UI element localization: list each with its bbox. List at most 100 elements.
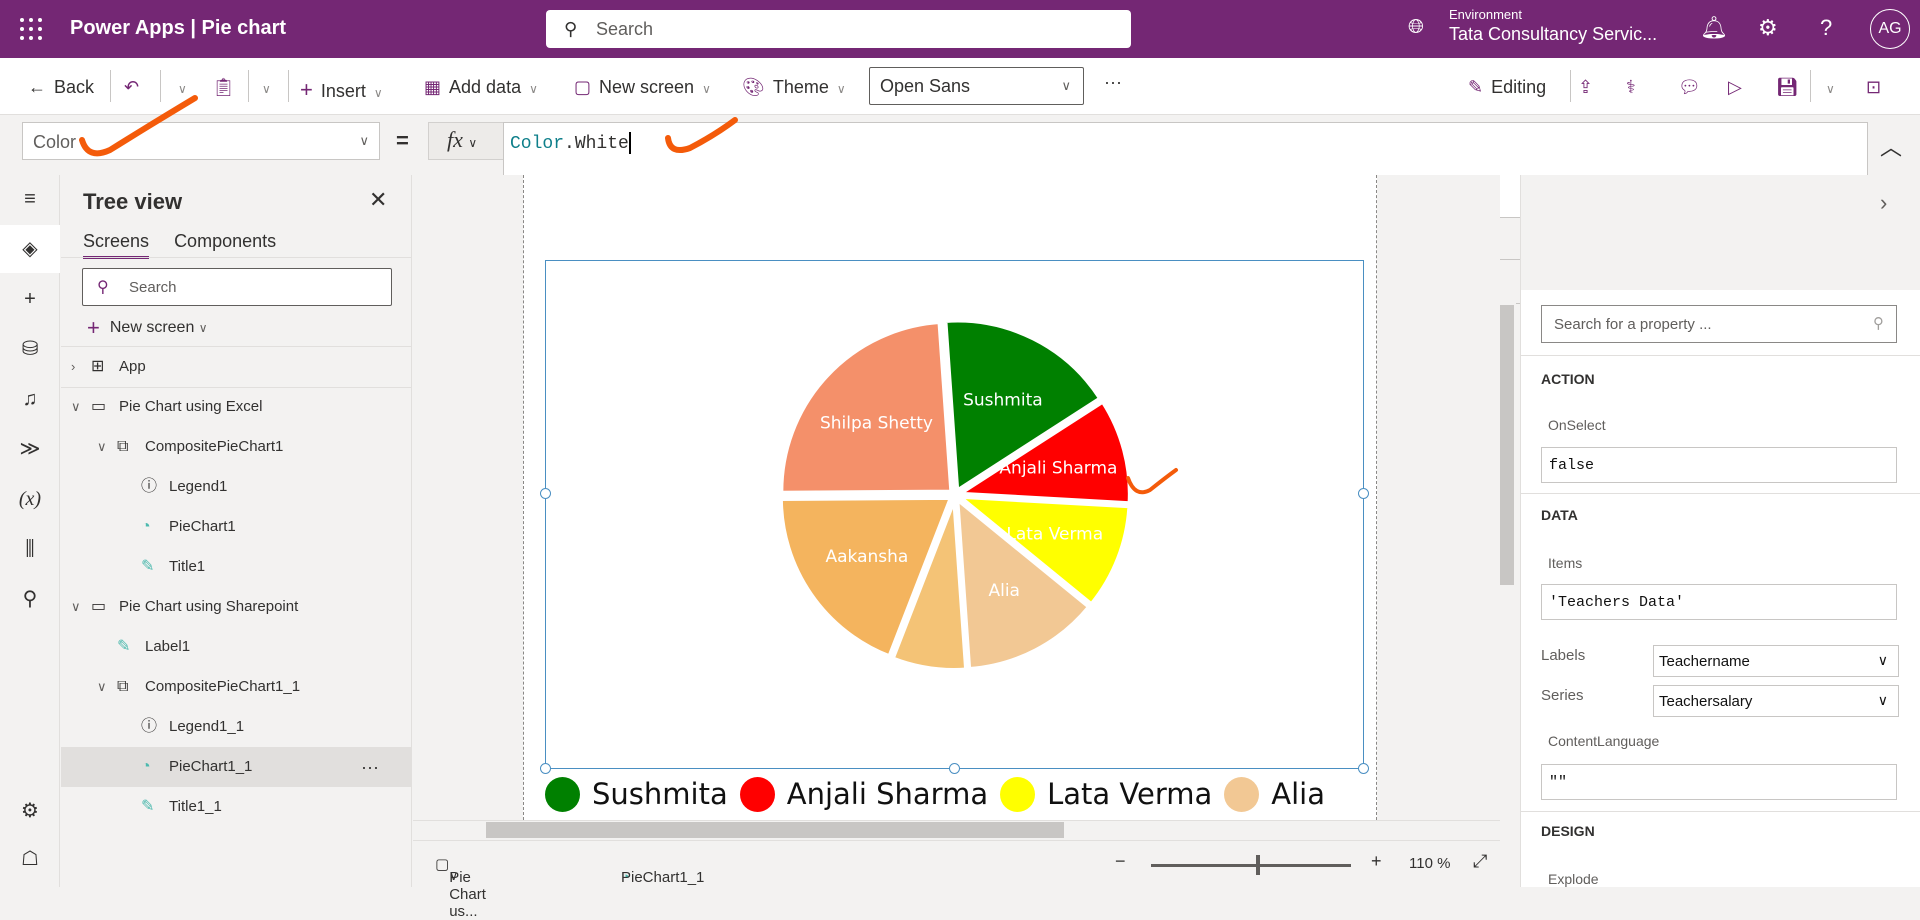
virtual-agent-icon[interactable]: ☖ [0, 835, 60, 883]
undo-icon[interactable]: ↶ [124, 77, 147, 98]
settings-icon[interactable]: ⚙ [0, 787, 60, 835]
share-icon[interactable]: ⇪ [1578, 77, 1601, 98]
property-select[interactable]: Color ∨ [22, 122, 380, 160]
chevron-right-icon[interactable]: › [71, 347, 75, 387]
resize-handle[interactable] [1358, 488, 1369, 499]
tree-node-group[interactable]: ∨ ⧉ CompositePieChart1 [61, 427, 412, 467]
chevron-down-icon[interactable]: ∨ [71, 387, 81, 427]
variables-icon[interactable]: (x) [0, 475, 60, 523]
font-select[interactable]: Open Sans ∨ [869, 67, 1084, 105]
theme-button[interactable]: 🎨︎ Theme ∨ [742, 77, 846, 98]
new-screen-button[interactable]: + New screen ∨ [87, 315, 208, 341]
node-label: App [119, 358, 146, 375]
environment-picker[interactable]: Tata Consultancy Servic... [1449, 24, 1657, 45]
tree-node-label[interactable]: ✎ Title1_1 [61, 787, 412, 827]
tree-node-screen[interactable]: ∨ ▭ Pie Chart using Excel [61, 387, 412, 427]
section-data: DATA [1541, 507, 1578, 523]
legend-label: Alia [1271, 777, 1325, 811]
insert-plus-icon[interactable]: + [0, 275, 60, 323]
chevron-right-icon[interactable]: › [1880, 190, 1887, 216]
divider [1521, 811, 1920, 812]
paste-dropdown-chevron-icon[interactable]: ∨ [254, 77, 271, 98]
media-icon[interactable]: ♫ [0, 375, 60, 423]
advanced-tools-icon[interactable]: ⫼ [0, 525, 60, 573]
tree-node-legend[interactable]: ⓘ Legend1 [61, 467, 412, 507]
chevron-down-icon[interactable]: ∨ [71, 587, 81, 627]
avatar[interactable]: AG [1870, 9, 1910, 49]
app-title: Power Apps | Pie chart [70, 17, 287, 39]
insert-button[interactable]: + Insert ∨ [300, 77, 383, 103]
zoom-slider[interactable] [1151, 864, 1351, 867]
tree-node-piechart-selected[interactable]: ◔ PieChart1_1 ··· [61, 747, 412, 787]
global-search-input[interactable]: ⚲ Search [546, 10, 1131, 48]
zoom-in-button[interactable]: + [1371, 851, 1382, 872]
tree-node-label[interactable]: ✎ Title1 [61, 547, 412, 587]
comments-icon[interactable]: 💬︎ [1678, 77, 1709, 98]
legend-label: Lata Verma [1047, 777, 1213, 811]
series-dropdown[interactable]: Teachersalary ∨ [1653, 685, 1899, 717]
environment-icon[interactable]: 🌐︎ [1408, 16, 1424, 39]
zoom-out-button[interactable]: − [1115, 851, 1126, 872]
save-dropdown-chevron-icon[interactable]: ∨ [1818, 77, 1835, 98]
tree-node-piechart[interactable]: ◔ PieChart1 [61, 507, 412, 547]
editing-button[interactable]: ✎ Editing [1468, 77, 1546, 98]
publish-icon[interactable]: ⊡ [1866, 77, 1889, 98]
section-action: ACTION [1541, 371, 1595, 387]
tree-node-screen[interactable]: ∨ ▭ Pie Chart using Sharepoint [61, 587, 412, 627]
new-screen-button[interactable]: ▢ New screen ∨ [574, 77, 711, 98]
back-label: Back [54, 77, 95, 97]
add-data-button[interactable]: ▦ Add data ∨ [424, 77, 538, 98]
chevron-down-icon[interactable]: ∨ [97, 427, 107, 467]
power-automate-icon[interactable]: ≫ [0, 425, 60, 473]
items-input[interactable]: 'Teachers Data' [1541, 584, 1897, 620]
search-icon[interactable]: ⚲ [0, 575, 60, 623]
chevron-down-icon[interactable]: ∨ [97, 667, 107, 707]
tree-node-group[interactable]: ∨ ⧉ CompositePieChart1_1 [61, 667, 412, 707]
tree-node-app[interactable]: › ⊞ App [61, 347, 412, 387]
screen-breadcrumb[interactable]: ▢ Pie Chart us... ∨ [435, 855, 486, 920]
horizontal-scroll-thumb[interactable] [486, 822, 1064, 838]
app-launcher-icon[interactable] [20, 18, 42, 40]
node-label: Title1 [169, 558, 206, 575]
collapse-formula-icon[interactable]: ︿ [1880, 130, 1902, 162]
screen-icon: ▭ [91, 398, 107, 415]
divider [160, 70, 161, 102]
tree-view-layers-icon[interactable]: ◈ [0, 225, 60, 273]
new-screen-label: New screen [109, 319, 195, 336]
labels-dropdown[interactable]: Teachername ∨ [1653, 645, 1899, 677]
add-data-label: Add data [449, 77, 522, 97]
onselect-input[interactable]: false [1541, 447, 1897, 483]
undo-dropdown-chevron-icon[interactable]: ∨ [170, 77, 187, 98]
vertical-scroll-thumb[interactable] [1500, 305, 1514, 585]
fx-button[interactable]: fx ∨ [428, 122, 504, 160]
app-checker-icon[interactable]: ⚕ [1626, 77, 1644, 98]
editing-label: Editing [1491, 77, 1547, 97]
close-icon[interactable]: ✕ [369, 187, 387, 213]
property-search-input[interactable]: Search for a property ... ⚲ [1541, 305, 1897, 343]
zoom-slider-thumb[interactable] [1256, 855, 1260, 875]
resize-handle[interactable] [1358, 763, 1369, 774]
tree-search-input[interactable]: ⚲ Search [82, 268, 392, 306]
contentlanguage-input[interactable]: "" [1541, 764, 1897, 800]
back-button[interactable]: ← Back [28, 77, 94, 98]
resize-handle[interactable] [540, 488, 551, 499]
more-options-icon[interactable]: ··· [361, 747, 379, 787]
hamburger-menu-icon[interactable]: ≡ [0, 175, 60, 223]
legend-label: Sushmita [592, 777, 728, 811]
tab-components[interactable]: Components [174, 231, 276, 256]
play-icon[interactable]: ▷ [1728, 77, 1750, 98]
pencil-icon: ✎ [1468, 77, 1484, 97]
notifications-icon[interactable]: 🔔︎ [1700, 15, 1728, 41]
tree-node-legend[interactable]: ⓘ Legend1_1 [61, 707, 412, 747]
formula-member: .White [564, 133, 629, 154]
save-icon[interactable]: 💾︎ [1776, 77, 1807, 98]
tree-node-label[interactable]: ✎ Label1 [61, 627, 412, 667]
group-icon: ⧉ [117, 438, 129, 455]
paste-icon[interactable]: 📋︎ [212, 77, 243, 98]
settings-icon[interactable]: ⚙ [1758, 15, 1778, 41]
more-button[interactable]: ··· [1104, 72, 1122, 93]
help-icon[interactable]: ? [1820, 15, 1832, 41]
fit-to-window-icon[interactable]: ⤢ [1473, 851, 1487, 872]
data-cylinder-icon[interactable]: ⛁ [0, 325, 60, 373]
tab-screens[interactable]: Screens [83, 231, 150, 259]
